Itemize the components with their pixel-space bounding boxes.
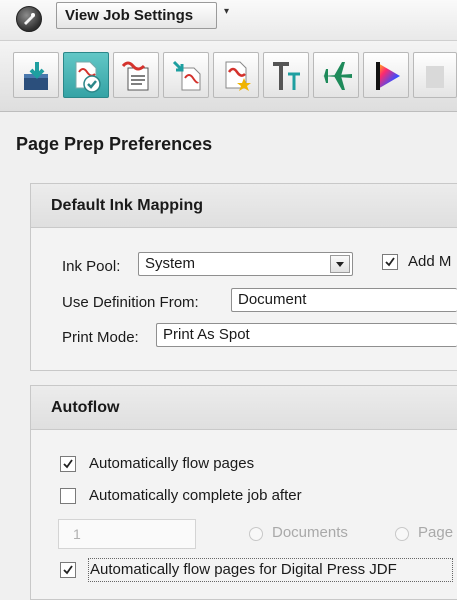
checkmark-icon bbox=[385, 257, 395, 267]
pages-label: Page bbox=[418, 524, 454, 541]
auto-complete-count-input[interactable]: 1 bbox=[58, 519, 196, 549]
text-tool-button[interactable] bbox=[263, 52, 309, 98]
print-mode-select[interactable]: Print As Spot bbox=[156, 323, 457, 347]
use-definition-select[interactable]: Document bbox=[231, 288, 457, 312]
print-mode-label: Print Mode: bbox=[62, 329, 139, 346]
documents-radio[interactable] bbox=[249, 527, 263, 541]
import-tool-button[interactable] bbox=[13, 52, 59, 98]
ink-pool-value: System bbox=[145, 255, 196, 272]
color-tool-button[interactable] bbox=[363, 52, 409, 98]
add-mapping-label: Add M bbox=[408, 253, 452, 270]
pdf-favorite-icon bbox=[225, 61, 251, 91]
airplane-icon bbox=[322, 62, 352, 90]
checkmark-icon bbox=[63, 459, 73, 469]
auto-complete-checkbox[interactable] bbox=[60, 488, 76, 504]
print-log-tool-button[interactable] bbox=[113, 52, 159, 98]
toolbar bbox=[0, 40, 457, 112]
print-mode-value: Print As Spot bbox=[163, 326, 250, 343]
preflight-check-icon bbox=[75, 61, 101, 93]
print-log-icon bbox=[121, 61, 149, 91]
ink-pool-select[interactable]: System bbox=[138, 252, 353, 276]
ink-mapping-header: Default Ink Mapping bbox=[31, 184, 457, 228]
app-menu-icon[interactable] bbox=[16, 6, 42, 32]
job-settings-dropdown-icon[interactable]: ▾ bbox=[224, 6, 229, 17]
auto-flow-checkbox[interactable] bbox=[60, 456, 76, 472]
documents-label: Documents bbox=[272, 524, 348, 541]
text-icon bbox=[273, 62, 300, 90]
page-title: Page Prep Preferences bbox=[16, 134, 213, 154]
use-definition-label: Use Definition From: bbox=[62, 294, 199, 311]
preflight-tool-button[interactable] bbox=[63, 52, 109, 98]
pdf-favorite-tool-button[interactable] bbox=[213, 52, 259, 98]
use-definition-value: Document bbox=[238, 291, 307, 308]
top-bar: View Job Settings ▾ bbox=[0, 0, 457, 40]
import-icon bbox=[24, 62, 48, 90]
checkmark-icon bbox=[63, 565, 73, 575]
ink-pool-label: Ink Pool: bbox=[62, 258, 121, 275]
pdf-import-icon bbox=[172, 60, 201, 91]
digital-press-label: Automatically flow pages for Digital Pre… bbox=[90, 561, 397, 578]
send-tool-button[interactable] bbox=[313, 52, 359, 98]
more-tool-button[interactable] bbox=[413, 52, 457, 98]
add-mapping-checkbox[interactable] bbox=[382, 254, 398, 270]
pdf-import-tool-button[interactable] bbox=[163, 52, 209, 98]
view-job-settings-button[interactable]: View Job Settings bbox=[56, 2, 217, 29]
digital-press-checkbox[interactable] bbox=[60, 562, 76, 578]
ink-pool-dropdown-icon[interactable] bbox=[330, 255, 350, 273]
pages-radio[interactable] bbox=[395, 527, 409, 541]
autoflow-header: Autoflow bbox=[31, 386, 457, 430]
auto-flow-label: Automatically flow pages bbox=[89, 455, 255, 472]
auto-complete-label: Automatically complete job after bbox=[89, 487, 302, 504]
color-spectrum-icon bbox=[376, 62, 400, 90]
more-tool-icon bbox=[426, 66, 444, 88]
